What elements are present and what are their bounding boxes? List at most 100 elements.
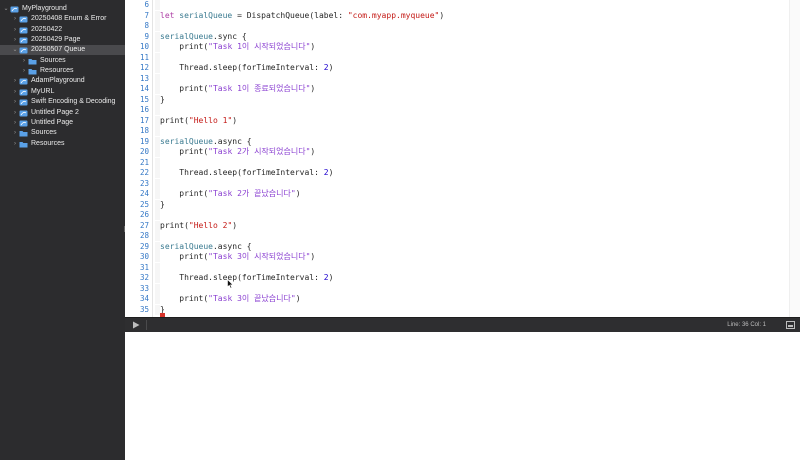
line-run-marker[interactable] <box>155 283 160 294</box>
code-line[interactable]: serialQueue.async { <box>160 137 252 147</box>
line-run-marker[interactable] <box>155 189 160 199</box>
line-run-marker[interactable] <box>155 31 160 42</box>
sidebar-item[interactable]: › 20250408 Enum & Error <box>0 14 125 24</box>
line-number-gutter: 6 7 8 9 10 11 12 13 14 15 16 17 18 19 20 21 22 23 24 25 26 27… <box>125 0 153 317</box>
code-line[interactable]: print("Task 1이 시작되었습니다") <box>160 42 315 52</box>
sidebar-item[interactable]: › Sources <box>0 56 125 66</box>
sidebar-item[interactable]: › Sources <box>0 128 125 138</box>
swift-page-icon <box>19 78 28 85</box>
sidebar-item-label: Resources <box>31 139 65 147</box>
code-line[interactable]: Thread.sleep(forTimeInterval: 2) <box>160 63 333 73</box>
line-run-marker[interactable] <box>155 115 160 126</box>
code-line[interactable]: Thread.sleep(forTimeInterval: 2) <box>160 273 333 283</box>
chevron-right-icon[interactable]: › <box>12 87 18 97</box>
line-run-marker[interactable] <box>155 84 160 94</box>
sidebar-item[interactable]: ⌄ 20250507 Queue <box>0 45 125 56</box>
line-run-marker[interactable] <box>155 73 160 84</box>
code-line[interactable]: print("Task 3이 시작되었습니다") <box>160 252 315 262</box>
line-run-marker[interactable] <box>155 168 160 178</box>
code-token: "Task 2가 끝났습니다" <box>208 189 296 198</box>
sidebar-item[interactable]: › Resources <box>0 66 125 76</box>
chevron-right-icon[interactable]: › <box>12 97 18 107</box>
chevron-right-icon[interactable]: › <box>12 76 18 86</box>
sidebar-item[interactable]: ⌄ MyPlayground <box>0 4 125 14</box>
line-run-marker[interactable] <box>155 294 160 304</box>
line-run-marker[interactable] <box>155 178 160 189</box>
chevron-down-icon[interactable]: ⌄ <box>3 4 9 14</box>
sidebar-item[interactable]: › Resources <box>0 139 125 149</box>
line-run-marker[interactable] <box>155 231 160 241</box>
code-editor[interactable]: 6 7 8 9 10 11 12 13 14 15 16 17 18 19 20 21 22 23 24 25 26 27… <box>125 0 800 317</box>
line-run-marker[interactable] <box>155 147 160 157</box>
line-run-marker[interactable] <box>155 105 160 115</box>
line-run-marker[interactable] <box>155 0 160 10</box>
chevron-down-icon[interactable]: ⌄ <box>12 45 18 55</box>
chevron-right-icon[interactable]: › <box>12 14 18 24</box>
code-token: print( <box>160 252 209 261</box>
code-token: "Task 3이 시작되었습니다" <box>208 252 311 261</box>
code-token: "com.myapp.myqueue" <box>347 10 440 20</box>
code-token: "Task 2가 시작되었습니다" <box>208 147 311 156</box>
sidebar-item[interactable]: › 20250422 <box>0 25 125 35</box>
code-line[interactable]: Thread.sleep(forTimeInterval: 2) <box>160 168 333 178</box>
line-number: 14 <box>139 84 149 93</box>
run-playground-button[interactable] <box>131 320 141 330</box>
code-line[interactable]: print("Task 1이 종료되었습니다") <box>160 84 315 94</box>
folder-icon <box>28 58 37 65</box>
code-token: ) <box>310 84 316 93</box>
sidebar-item[interactable]: › Swift Encoding & Decoding <box>0 97 125 107</box>
code-line[interactable]: print("Task 3이 끝났습니다") <box>160 294 300 304</box>
line-run-marker[interactable] <box>155 126 160 136</box>
sidebar-item-label: Untitled Page 2 <box>31 108 79 116</box>
console-area[interactable] <box>125 332 800 460</box>
code-line[interactable]: } <box>160 200 165 210</box>
line-run-marker[interactable] <box>155 220 160 231</box>
sidebar-item[interactable]: › Untitled Page 2 <box>0 108 125 118</box>
code-line[interactable]: print("Hello 2") <box>160 221 237 231</box>
line-run-marker[interactable] <box>155 10 160 21</box>
line-number: 6 <box>144 0 149 9</box>
swift-page-icon <box>19 27 28 34</box>
chevron-right-icon[interactable]: › <box>21 66 27 76</box>
sidebar-item-label: 20250422 <box>31 25 63 33</box>
chevron-right-icon[interactable]: › <box>12 35 18 45</box>
swift-page-icon <box>19 120 28 127</box>
line-run-marker[interactable] <box>155 63 160 73</box>
chevron-right-icon[interactable]: › <box>12 139 18 149</box>
code-line[interactable]: serialQueue.async { <box>160 242 252 252</box>
chevron-right-icon[interactable]: › <box>12 108 18 118</box>
line-run-marker[interactable] <box>155 21 160 31</box>
sidebar-item[interactable]: › AdamPlayground <box>0 76 125 86</box>
line-run-marker[interactable] <box>155 199 160 210</box>
line-run-marker[interactable] <box>155 136 160 147</box>
chevron-right-icon[interactable]: › <box>21 56 27 66</box>
line-run-marker[interactable] <box>155 304 160 315</box>
chevron-right-icon[interactable]: › <box>12 118 18 128</box>
code-token: } <box>160 199 165 209</box>
line-run-marker[interactable] <box>155 241 160 252</box>
editor-scrollbar[interactable] <box>789 0 800 317</box>
code-line[interactable]: print("Task 2가 시작되었습니다") <box>160 147 315 157</box>
sidebar-item[interactable]: › 20250429 Page <box>0 35 125 45</box>
line-number: 18 <box>139 126 149 135</box>
code-line[interactable]: } <box>160 95 165 105</box>
line-run-marker[interactable] <box>155 42 160 52</box>
line-run-marker[interactable] <box>155 94 160 105</box>
line-run-marker[interactable] <box>155 262 160 273</box>
sidebar-item[interactable]: › Untitled Page <box>0 118 125 128</box>
code-line[interactable]: print("Hello 1") <box>160 116 237 126</box>
line-run-marker[interactable] <box>155 210 160 220</box>
code-token: ) <box>295 189 301 198</box>
code-line[interactable]: print("Task 2가 끝났습니다") <box>160 189 301 199</box>
chevron-right-icon[interactable]: › <box>12 25 18 35</box>
code-line[interactable]: serialQueue.sync { <box>160 32 247 42</box>
line-run-marker[interactable] <box>155 252 160 262</box>
line-run-marker[interactable] <box>155 52 160 63</box>
sidebar-item-label: Resources <box>40 67 74 75</box>
sidebar-item[interactable]: › MyURL <box>0 87 125 97</box>
line-run-marker[interactable] <box>155 273 160 283</box>
line-run-marker[interactable] <box>155 157 160 168</box>
toggle-console-button[interactable] <box>786 321 795 329</box>
chevron-right-icon[interactable]: › <box>12 128 18 138</box>
code-line[interactable]: let serialQueue = DispatchQueue(label: "… <box>160 11 444 21</box>
